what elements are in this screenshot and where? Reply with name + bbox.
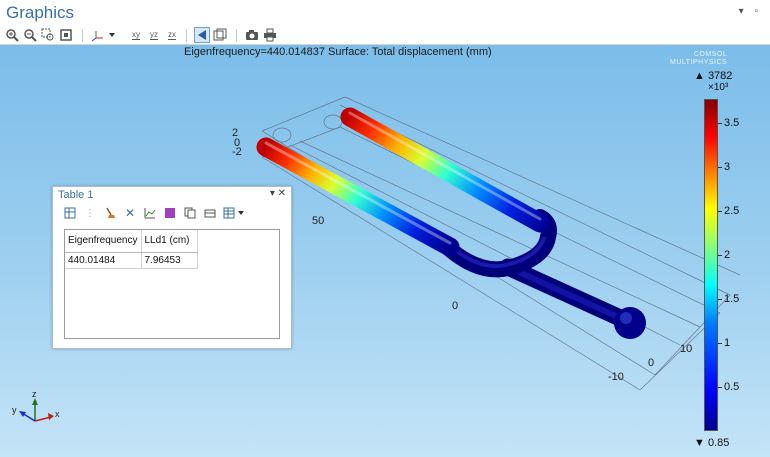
- results-table[interactable]: Eigenfrequency LLd1 (cm) 440.01484 7.964…: [64, 229, 280, 339]
- axis-label: 10: [680, 343, 693, 355]
- transparency-toggle-icon[interactable]: [194, 27, 210, 43]
- table-toolbar: ⋮ ✕: [53, 203, 291, 225]
- zoom-extents-icon[interactable]: [58, 27, 74, 43]
- colorbar-tick: [718, 343, 722, 344]
- axis-triad-icon: z y x: [12, 389, 60, 422]
- toolbar-separator: [186, 29, 187, 42]
- camera-icon[interactable]: [244, 27, 260, 43]
- triad-y-label: y: [12, 405, 17, 415]
- graphics-viewport[interactable]: Eigenfrequency=440.014837 Surface: Total…: [0, 45, 770, 457]
- graphics-toolbar: xy yz zx: [0, 26, 770, 45]
- panel-header: Graphics ▾ ▫: [0, 0, 770, 26]
- column-header-eigenfrequency[interactable]: Eigenfrequency: [65, 230, 142, 253]
- colorbar-max-label: ▲ 3782: [694, 70, 733, 82]
- colorbar-exponent: ×10³: [708, 82, 729, 93]
- table-window-header[interactable]: Table 1 ▾ ✕: [53, 187, 291, 203]
- view-axis-dropdown-icon[interactable]: [92, 27, 116, 43]
- colorbar-tick-label: 3.5: [724, 117, 740, 129]
- table-window[interactable]: Table 1 ▾ ✕ ⋮ ✕ Eigenfrequency LLd1 (cm)…: [52, 186, 292, 349]
- table-row[interactable]: 440.01484 7.96453: [65, 252, 198, 269]
- colorbar-tick: [718, 299, 722, 300]
- colorbar-tick: [718, 211, 722, 212]
- zoom-box-icon[interactable]: [40, 27, 56, 43]
- colorbar-tick: [718, 387, 722, 388]
- table-cell[interactable]: 7.96453: [141, 252, 198, 269]
- zx-view-icon[interactable]: zx: [164, 27, 180, 43]
- toolbar-separator: [82, 29, 83, 42]
- copy-table-icon[interactable]: [183, 206, 197, 220]
- wireframe-icon[interactable]: [212, 27, 228, 43]
- column-header-lld1[interactable]: LLd1 (cm): [141, 230, 198, 253]
- table-window-title: Table 1: [58, 189, 94, 201]
- colorbar-tick-label: 0.5: [724, 381, 740, 393]
- table-options-dropdown-icon[interactable]: [223, 206, 245, 220]
- colorbar-tick-label: 1: [724, 337, 731, 349]
- automatic-notation-icon[interactable]: ⋮: [83, 206, 97, 220]
- zoom-out-icon[interactable]: [22, 27, 38, 43]
- full-precision-icon[interactable]: [63, 206, 77, 220]
- colorbar-tick: [718, 167, 722, 168]
- axis-label: -10: [608, 371, 624, 383]
- yz-view-icon[interactable]: yz: [146, 27, 162, 43]
- colorbar-tick-label: 2: [724, 249, 731, 261]
- table-color-icon[interactable]: [163, 206, 177, 220]
- table-window-controls[interactable]: ▾ ✕: [270, 188, 286, 199]
- toolbar-separator: [236, 29, 237, 42]
- axis-label: -2: [232, 146, 242, 158]
- axis-label: 50: [312, 215, 325, 227]
- delete-icon[interactable]: ✕: [123, 206, 137, 220]
- triad-x-label: x: [55, 409, 60, 419]
- zoom-in-icon[interactable]: [4, 27, 20, 43]
- colorbar-tick-label: 1.5: [724, 293, 740, 305]
- print-icon[interactable]: [262, 27, 278, 43]
- colorbar: [704, 99, 718, 431]
- table-header-row: Eigenfrequency LLd1 (cm): [65, 230, 198, 253]
- table-graph-icon[interactable]: [143, 206, 157, 220]
- xy-view-icon[interactable]: xy: [128, 27, 144, 43]
- colorbar-tick: [718, 255, 722, 256]
- colorbar-tick: [718, 123, 722, 124]
- axis-label: 0: [648, 357, 655, 369]
- panel-controls[interactable]: ▾ ▫: [739, 6, 762, 17]
- clear-table-icon[interactable]: [103, 206, 117, 220]
- triad-z-label: z: [32, 389, 37, 399]
- colorbar-tick-label: 2.5: [724, 205, 740, 217]
- axis-label: 0: [452, 300, 459, 312]
- table-cell[interactable]: 440.01484: [65, 252, 142, 269]
- colorbar-min-label: ▼ 0.85: [694, 437, 730, 449]
- export-table-icon[interactable]: [203, 206, 217, 220]
- panel-title: Graphics: [6, 3, 75, 22]
- colorbar-tick-label: 3: [724, 161, 731, 173]
